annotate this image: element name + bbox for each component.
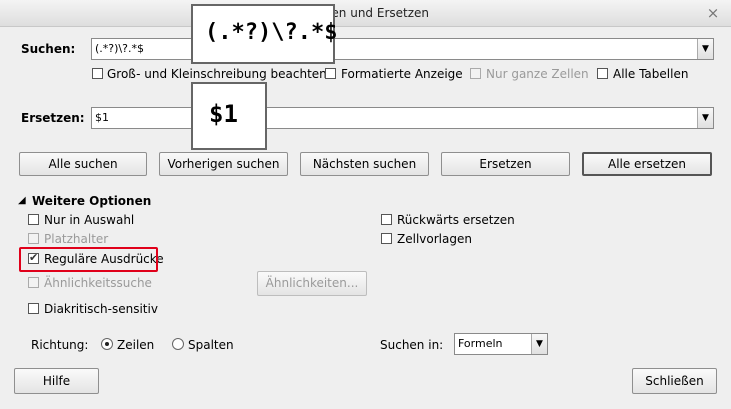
current-selection-checkbox[interactable] xyxy=(28,214,39,225)
search-in-value: Formeln xyxy=(458,337,503,350)
direction-label: Richtung: xyxy=(31,338,89,352)
cell-styles-checkbox[interactable] xyxy=(381,233,392,244)
search-input[interactable]: (.*?)\?.*$ xyxy=(95,42,144,55)
search-combobox[interactable]: (.*?)\?.*$ ▼ xyxy=(91,38,714,60)
replace-label: Ersetzen: xyxy=(21,111,85,125)
chevron-down-icon[interactable]: ▼ xyxy=(531,334,547,354)
search-label: Suchen: xyxy=(21,42,76,56)
find-all-button[interactable]: Alle suchen xyxy=(19,152,147,176)
cell-styles-label: Zellvorlagen xyxy=(397,232,472,246)
current-selection-label: Nur in Auswahl xyxy=(44,213,135,227)
diacritics-checkbox[interactable] xyxy=(28,303,39,314)
similarity-label: Ähnlichkeitssuche xyxy=(44,276,152,290)
formatted-label: Formatierte Anzeige xyxy=(341,67,463,81)
direction-rows-label: Zeilen xyxy=(117,338,155,352)
direction-columns-label: Spalten xyxy=(188,338,234,352)
formatted-checkbox[interactable] xyxy=(325,68,336,79)
all-sheets-label: Alle Tabellen xyxy=(613,67,689,81)
replace-button[interactable]: Ersetzen xyxy=(441,152,570,176)
more-options-header[interactable]: Weitere Optionen xyxy=(32,194,151,208)
find-next-button[interactable]: Nächsten suchen xyxy=(300,152,429,176)
search-in-select[interactable]: Formeln ▼ xyxy=(454,333,548,355)
case-checkbox[interactable] xyxy=(92,68,103,79)
expander-triangle-icon[interactable]: ◢ xyxy=(18,195,26,206)
similarity-button: Ähnlichkeiten... xyxy=(257,271,367,296)
whole-cells-label: Nur ganze Zellen xyxy=(486,67,589,81)
highlight-box xyxy=(19,247,158,272)
window-title: Suchen und Ersetzen xyxy=(301,6,429,20)
close-icon[interactable]: × xyxy=(704,4,722,22)
wildcards-checkbox xyxy=(28,233,39,244)
close-button[interactable]: Schließen xyxy=(632,368,717,394)
wildcards-label: Platzhalter xyxy=(44,232,109,246)
chevron-down-icon[interactable]: ▼ xyxy=(697,39,713,59)
find-previous-button[interactable]: Vorherigen suchen xyxy=(159,152,288,176)
backwards-checkbox[interactable] xyxy=(381,214,392,225)
case-label: Groß- und Kleinschreibung beachten xyxy=(107,67,327,81)
chevron-down-icon[interactable]: ▼ xyxy=(697,108,713,128)
zoom-callout-replace: $1 xyxy=(191,82,267,150)
direction-rows-radio[interactable] xyxy=(101,338,113,350)
backwards-label: Rückwärts ersetzen xyxy=(397,213,515,227)
diacritics-label: Diakritisch-sensitiv xyxy=(44,302,158,316)
help-button[interactable]: Hilfe xyxy=(14,368,99,394)
all-sheets-checkbox[interactable] xyxy=(597,68,608,79)
similarity-checkbox xyxy=(28,277,39,288)
direction-columns-radio[interactable] xyxy=(172,338,184,350)
replace-all-button[interactable]: Alle ersetzen xyxy=(582,152,712,176)
replace-combobox[interactable]: $1 ▼ xyxy=(91,107,714,129)
search-in-label: Suchen in: xyxy=(380,338,444,352)
replace-input[interactable]: $1 xyxy=(95,111,109,124)
zoom-callout-search: (.*?)\?.*$ xyxy=(191,4,337,64)
whole-cells-checkbox xyxy=(470,68,481,79)
